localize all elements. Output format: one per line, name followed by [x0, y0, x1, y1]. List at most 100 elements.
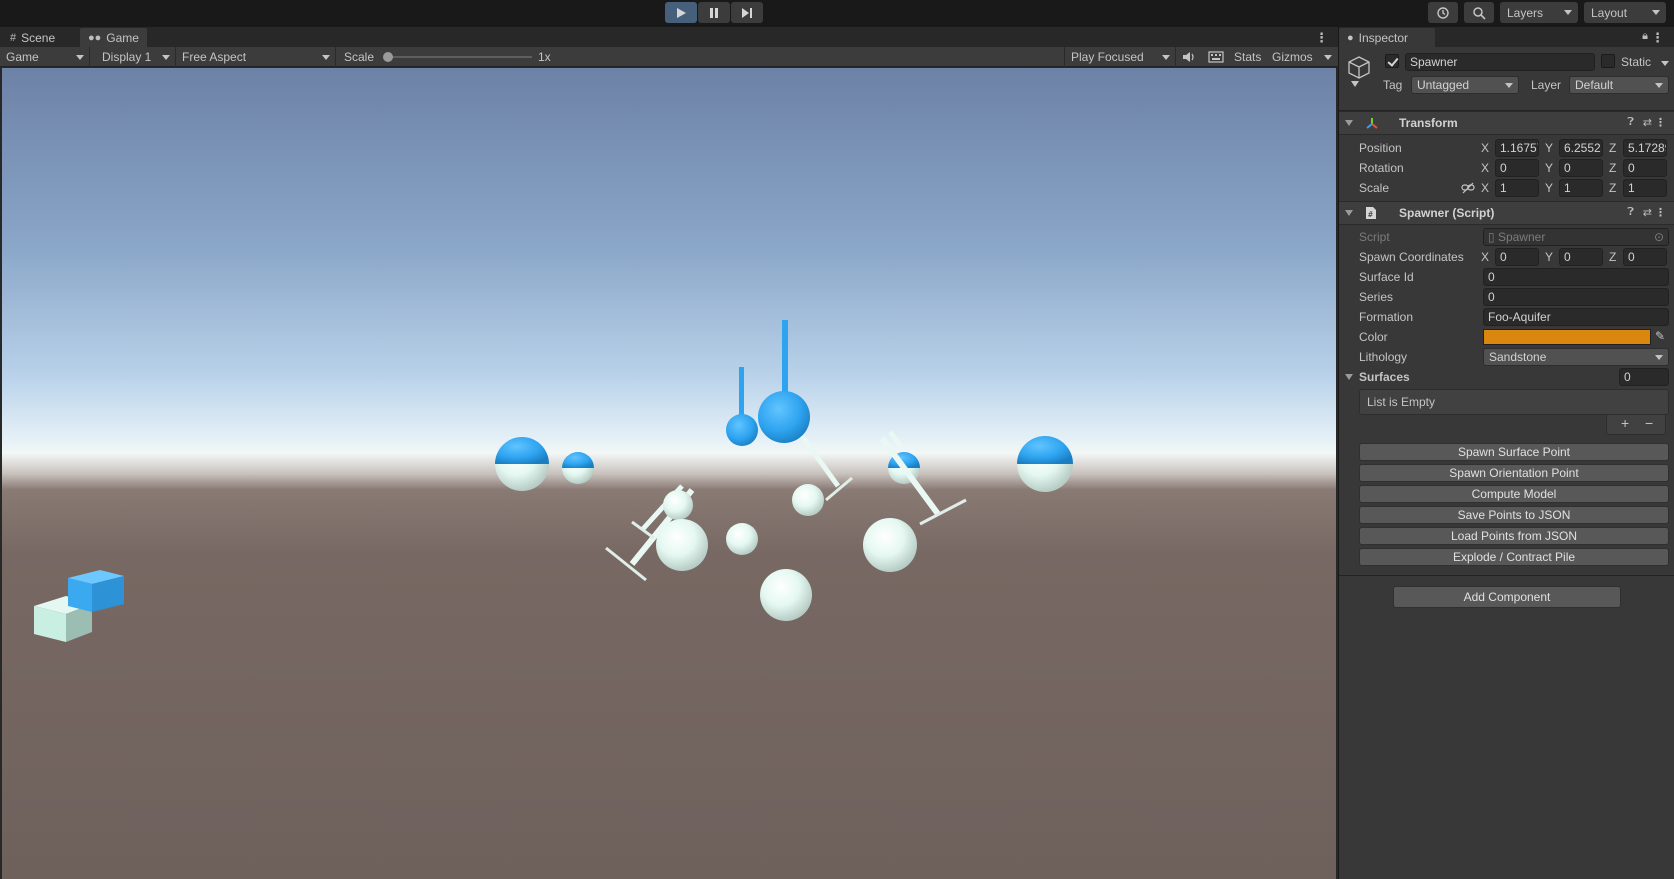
- color-field[interactable]: [1483, 329, 1651, 345]
- spawn-y-field[interactable]: 0: [1559, 248, 1603, 266]
- plus-icon[interactable]: +: [1621, 415, 1629, 431]
- tab-game[interactable]: ●● Game: [80, 28, 147, 48]
- spawn-coordinates-label: Spawn Coordinates: [1359, 250, 1464, 264]
- series-field[interactable]: 0: [1483, 288, 1669, 306]
- z-axis-label: Z: [1609, 141, 1617, 155]
- lock-icon[interactable]: 🔒︎: [1642, 30, 1648, 43]
- eyedropper-icon[interactable]: ✎: [1655, 329, 1665, 343]
- object-picker-icon: ⊙: [1653, 230, 1664, 244]
- spawn-orientation-point-button[interactable]: Spawn Orientation Point: [1359, 464, 1669, 482]
- surfaces-size-field[interactable]: 0: [1619, 368, 1669, 386]
- history-icon: [1437, 6, 1449, 19]
- play-mode-dropdown[interactable]: Play Focused: [1064, 47, 1176, 67]
- gameobject-cube-icon: [1348, 56, 1370, 79]
- layer-dropdown[interactable]: Default: [1569, 76, 1669, 94]
- surface-id-row: Surface Id 0: [1339, 267, 1674, 287]
- tag-dropdown[interactable]: Untagged: [1411, 76, 1519, 94]
- foldout-icon[interactable]: [1345, 120, 1353, 126]
- scale-label: Scale: [1359, 181, 1390, 195]
- stats-toggle[interactable]: Stats: [1234, 47, 1261, 67]
- gameobject-header: Spawner Static Tag Untagged Layer Defaul…: [1339, 47, 1674, 111]
- rotation-x-field[interactable]: 0: [1495, 159, 1539, 177]
- more-options-icon[interactable]: ⋮: [1651, 30, 1664, 46]
- chevron-down-icon: [1655, 355, 1663, 360]
- display-dropdown[interactable]: Display 1: [96, 47, 176, 67]
- transform-header[interactable]: Transform ❓︎ ⇄ ⋮: [1339, 111, 1674, 135]
- spawn-x-field[interactable]: 0: [1495, 248, 1539, 266]
- step-button[interactable]: [731, 2, 763, 23]
- help-icon[interactable]: ❓︎: [1627, 206, 1634, 219]
- position-y-field[interactable]: 6.2552: [1559, 139, 1603, 157]
- scale-slider[interactable]: [386, 56, 532, 58]
- foldout-icon[interactable]: [1345, 374, 1353, 380]
- gameobject-name-field[interactable]: Spawner: [1405, 53, 1595, 71]
- lithology-label: Lithology: [1359, 350, 1408, 364]
- layers-dropdown[interactable]: Layers: [1500, 2, 1578, 23]
- play-mode-label: Play Focused: [1071, 50, 1144, 64]
- formation-field[interactable]: Foo-Aquifer: [1483, 308, 1669, 326]
- keyboard-icon[interactable]: [1208, 47, 1224, 67]
- gizmos-chevron-down-icon[interactable]: [1324, 55, 1332, 60]
- compute-model-button[interactable]: Compute Model: [1359, 485, 1669, 503]
- scale-x-field[interactable]: 1: [1495, 179, 1539, 197]
- list-empty-box: List is Empty: [1359, 389, 1669, 415]
- add-component-button[interactable]: Add Component: [1393, 586, 1621, 608]
- game-dropdown[interactable]: Game: [0, 47, 90, 67]
- foldout-icon[interactable]: [1345, 210, 1353, 216]
- more-options-icon[interactable]: ⋮: [1315, 30, 1328, 46]
- tab-inspector[interactable]: ● Inspector: [1339, 28, 1435, 48]
- rotation-y-field[interactable]: 0: [1559, 159, 1603, 177]
- display-dropdown-label: Display 1: [102, 50, 152, 64]
- preset-icon[interactable]: ⇄: [1643, 116, 1652, 129]
- scale-slider-knob[interactable]: [383, 52, 393, 62]
- save-points-button[interactable]: Save Points to JSON: [1359, 506, 1669, 524]
- scale-value: 1x: [538, 50, 551, 64]
- surfaces-row[interactable]: Surfaces 0: [1339, 367, 1674, 387]
- play-button[interactable]: [665, 2, 697, 23]
- y-axis-label: Y: [1545, 141, 1554, 155]
- pause-button[interactable]: [698, 2, 730, 23]
- lithology-dropdown[interactable]: Sandstone: [1483, 348, 1669, 366]
- layout-dropdown[interactable]: Layout: [1584, 2, 1666, 23]
- more-options-icon[interactable]: ⋮: [1655, 206, 1666, 219]
- static-checkbox[interactable]: [1601, 54, 1615, 68]
- preset-icon[interactable]: ⇄: [1643, 206, 1652, 219]
- rotation-z-field[interactable]: 0: [1623, 159, 1667, 177]
- static-label: Static: [1621, 55, 1652, 69]
- chevron-down-icon: [1655, 83, 1663, 88]
- chevron-down-icon[interactable]: [1351, 81, 1359, 87]
- spawner-script-title: Spawner (Script): [1399, 206, 1495, 220]
- x-axis-label: X: [1481, 250, 1490, 264]
- rotation-label: Rotation: [1359, 161, 1404, 175]
- search-icon: [1473, 6, 1486, 20]
- surface-id-field[interactable]: 0: [1483, 268, 1669, 286]
- add-component-area: Add Component: [1339, 575, 1674, 621]
- active-checkbox[interactable]: [1385, 54, 1399, 68]
- tab-scene[interactable]: # Scene: [2, 28, 63, 48]
- history-button[interactable]: [1428, 2, 1458, 23]
- explode-contract-button[interactable]: Explode / Contract Pile: [1359, 548, 1669, 566]
- search-button[interactable]: [1464, 2, 1494, 23]
- scale-z-field[interactable]: 1: [1623, 179, 1667, 197]
- game-viewport[interactable]: [2, 68, 1336, 879]
- position-z-field[interactable]: 5.17289: [1623, 139, 1667, 157]
- mute-audio-icon[interactable]: [1182, 47, 1196, 67]
- scale-y-field[interactable]: 1: [1559, 179, 1603, 197]
- aspect-dropdown[interactable]: Free Aspect: [176, 47, 336, 67]
- position-x-field[interactable]: 1.16757: [1495, 139, 1539, 157]
- spawner-script-header[interactable]: # Spawner (Script) ❓︎ ⇄ ⋮: [1339, 201, 1674, 225]
- spawn-surface-point-button[interactable]: Spawn Surface Point: [1359, 443, 1669, 461]
- script-file-icon: #: [1366, 207, 1376, 219]
- tab-game-label: Game: [106, 31, 139, 45]
- color-label: Color: [1359, 330, 1388, 344]
- static-chevron-down-icon[interactable]: [1661, 61, 1669, 66]
- gizmos-toggle[interactable]: Gizmos: [1272, 47, 1313, 67]
- aspect-dropdown-label: Free Aspect: [182, 50, 247, 64]
- help-icon[interactable]: ❓︎: [1627, 116, 1634, 129]
- more-options-icon[interactable]: ⋮: [1655, 116, 1666, 129]
- sphere-white: [726, 523, 758, 555]
- constrain-proportions-icon[interactable]: [1461, 182, 1475, 194]
- minus-icon[interactable]: −: [1645, 415, 1653, 431]
- spawn-z-field[interactable]: 0: [1623, 248, 1667, 266]
- load-points-button[interactable]: Load Points from JSON: [1359, 527, 1669, 545]
